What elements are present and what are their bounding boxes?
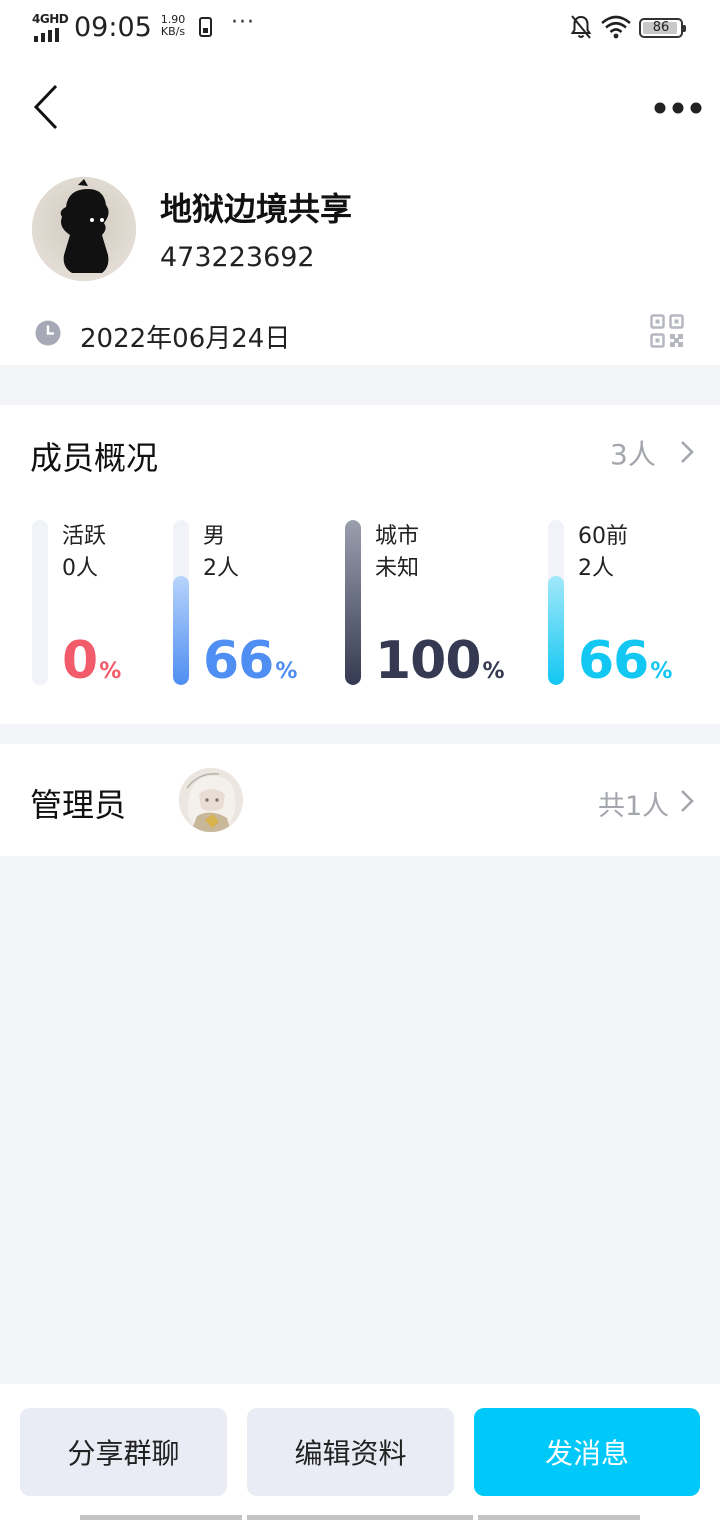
admin-count: 共1人 — [598, 791, 670, 822]
gesture-bar — [478, 1515, 640, 1520]
admin-section[interactable]: 管理员 共1人 — [0, 744, 720, 856]
chevron-right-icon — [681, 790, 694, 812]
network-speed: 1.90 KB/s — [156, 14, 190, 38]
stat-percent-number: 66 — [203, 631, 274, 691]
stat-label: 城市 — [375, 524, 420, 549]
stat-percent-number: 66 — [578, 631, 649, 691]
stat-percent-unit: % — [650, 659, 673, 684]
stat-bar-fill — [345, 520, 361, 685]
clock-icon — [35, 320, 61, 346]
stat-percent-unit: % — [482, 659, 505, 684]
stat-percent-number: 100 — [375, 631, 482, 691]
stat-bar-fill — [173, 576, 189, 685]
stat-percent-unit: % — [99, 659, 122, 684]
network-type: 4GHD — [32, 12, 69, 26]
stat-percent: 100% — [375, 631, 505, 691]
status-bar: 4GHD 09:05 1.90 KB/s ··· 86 — [0, 0, 720, 56]
group-header: 地狱边境共享 473223692 2022年06月24日 — [0, 56, 720, 365]
stat-bar — [345, 520, 361, 685]
status-time: 09:05 — [74, 12, 152, 43]
signal-icon: 4GHD — [32, 12, 69, 42]
bell-off-icon — [570, 15, 592, 39]
stat-label: 60前 — [578, 524, 628, 549]
share-group-button[interactable]: 分享群聊 — [20, 1408, 227, 1496]
bottom-action-bar: 分享群聊 编辑资料 发消息 — [0, 1384, 720, 1520]
chevron-right-icon — [681, 441, 694, 463]
stat-bar — [173, 520, 189, 685]
status-overflow: ··· — [231, 10, 255, 35]
qr-code-icon[interactable] — [650, 314, 684, 348]
gesture-bar — [80, 1515, 242, 1520]
phone-icon — [199, 17, 212, 37]
stat-percent: 66% — [203, 631, 297, 691]
stat-bar — [548, 520, 564, 685]
group-id[interactable]: 473223692 — [160, 242, 315, 273]
battery-icon: 86 — [639, 18, 686, 38]
speed-unit: KB/s — [160, 25, 186, 38]
group-avatar[interactable] — [32, 177, 136, 281]
stat-value: 2人 — [203, 556, 239, 581]
admin-avatar[interactable] — [179, 768, 243, 832]
stat-label: 活跃 — [62, 524, 107, 549]
battery-level: 86 — [652, 20, 670, 35]
wifi-icon — [601, 15, 631, 39]
send-message-button[interactable]: 发消息 — [474, 1408, 700, 1496]
stat-percent-unit: % — [275, 659, 298, 684]
group-name: 地狱边境共享 — [160, 190, 353, 228]
member-overview-title: 成员概况 — [30, 439, 159, 477]
stat-value: 0人 — [62, 556, 98, 581]
gesture-bar — [247, 1515, 473, 1520]
more-button[interactable] — [650, 96, 706, 120]
stat-value: 未知 — [375, 556, 420, 581]
created-date: 2022年06月24日 — [80, 324, 291, 354]
member-count: 3人 — [610, 438, 656, 471]
stat-percent: 66% — [578, 631, 672, 691]
stat-percent: 0% — [62, 631, 121, 691]
stat-bar-fill — [548, 576, 564, 685]
stat-bar — [32, 520, 48, 685]
back-button[interactable] — [28, 82, 68, 132]
member-overview[interactable]: 成员概况 3人 活跃 0人 0% 男 2人 66% 城市 未知 100% 60前… — [0, 405, 720, 724]
stat-value: 2人 — [578, 556, 614, 581]
admin-title: 管理员 — [30, 786, 127, 824]
stat-label: 男 — [203, 524, 226, 549]
edit-profile-button[interactable]: 编辑资料 — [247, 1408, 454, 1496]
stat-percent-number: 0 — [62, 631, 98, 691]
